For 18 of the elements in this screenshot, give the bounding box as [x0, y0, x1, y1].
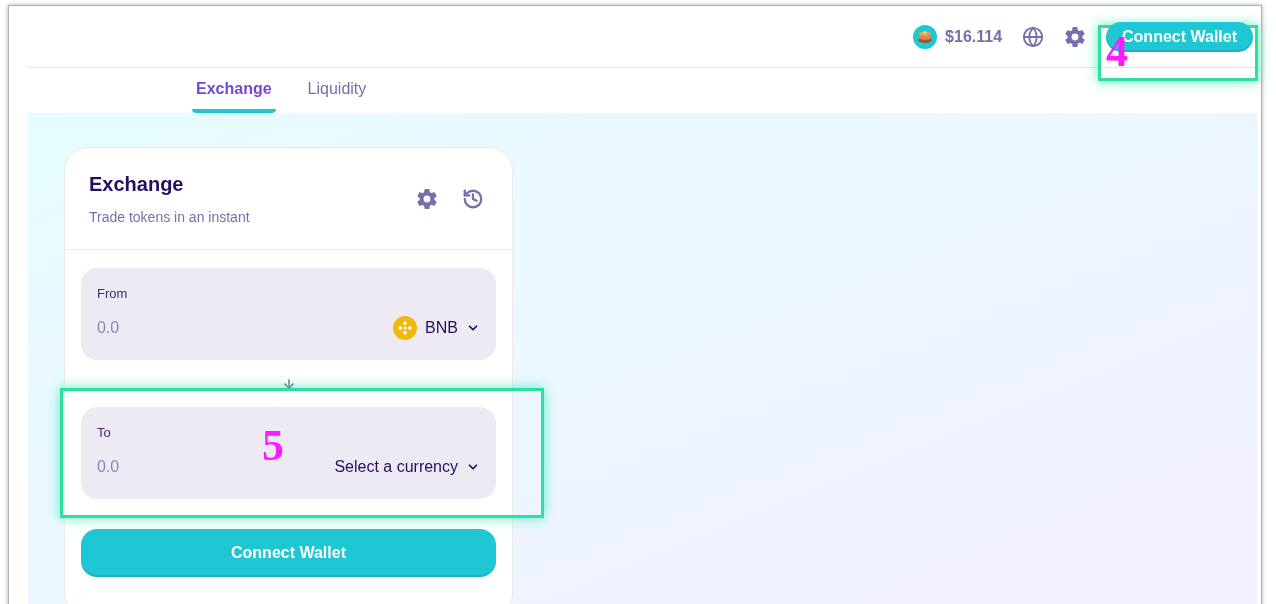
currency-select-button[interactable]: BNB	[393, 316, 480, 340]
globe-icon[interactable]	[1022, 25, 1045, 48]
pancake-coin-icon	[913, 24, 938, 49]
amount-field[interactable]: 0.0	[97, 316, 217, 340]
panel-label: From	[97, 285, 128, 303]
card-title: Exchange	[89, 172, 185, 197]
settings-icon[interactable]	[1064, 25, 1087, 48]
history-icon[interactable]	[462, 187, 484, 210]
amount-field[interactable]: 0.0	[97, 455, 217, 479]
arrow-down-icon[interactable]	[281, 376, 296, 391]
panel-label: To	[97, 424, 111, 442]
currency-select-button[interactable]: Select a currency	[334, 455, 480, 479]
settings-icon[interactable]	[416, 187, 438, 210]
card-subtitle: Trade tokens in an instant	[89, 208, 250, 227]
nav-tab[interactable]: Liquidity	[303, 77, 371, 113]
coin-icon	[393, 316, 418, 340]
token-price: $16.114	[945, 26, 1003, 47]
step-number: 5	[262, 424, 284, 468]
